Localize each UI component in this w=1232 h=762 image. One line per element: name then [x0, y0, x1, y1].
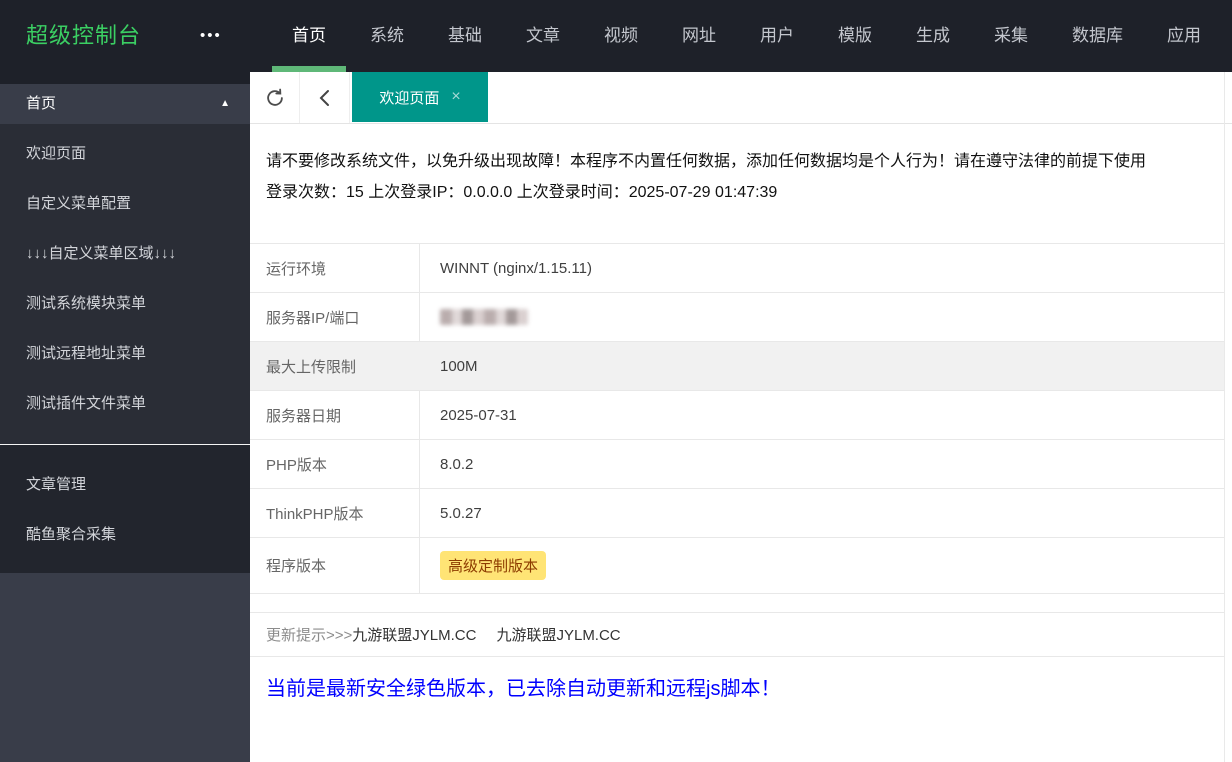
- content-right-border: [1224, 72, 1225, 762]
- update-link-2: 九游联盟JYLM.CC: [496, 627, 621, 644]
- sidebar-group-home[interactable]: 首页 ▲: [0, 84, 250, 124]
- sidebar-item-3[interactable]: ↓↓↓自定义菜单区域↓↓↓: [0, 229, 250, 279]
- main-content: 请不要修改系统文件，以免升级出现故障！本程序不内置任何数据，添加任何数据均是个人…: [250, 124, 1224, 762]
- nav-menu: 首页 系统 基础 文章 视频 网址 用户 模版 生成 采集 数据库 应用: [270, 0, 1223, 72]
- row-value: WINNT (nginx/1.15.11): [440, 259, 592, 277]
- tab-welcome-page[interactable]: 欢迎页面 ×: [352, 72, 488, 122]
- nav-item-3[interactable]: 基础: [426, 0, 504, 72]
- nav-item-10[interactable]: 采集: [972, 0, 1050, 72]
- nav-item-6[interactable]: 网址: [660, 0, 738, 72]
- sidebar-submenu: 欢迎页面 自定义菜单配置 ↓↓↓自定义菜单区域↓↓↓ 测试系统模块菜单 测试远程地址菜单…: [0, 124, 250, 444]
- row-label: 运行环境: [250, 244, 420, 292]
- table-row-3: 最大上传限制 100M: [250, 342, 1224, 391]
- sidebar-secondary-group: 文章管理 酷鱼聚合采集: [0, 445, 250, 573]
- nav-item-12[interactable]: 应用: [1145, 0, 1223, 72]
- row-label: 服务器日期: [250, 391, 420, 439]
- row-label: PHP版本: [250, 440, 420, 488]
- row-label: 服务器IP/端口: [250, 293, 420, 341]
- row-value: 100M: [440, 357, 478, 375]
- chevron-up-icon: ▲: [220, 98, 230, 109]
- sidebar-secondary-item-1[interactable]: 文章管理: [0, 460, 250, 510]
- sidebar: 首页 ▲ 欢迎页面 自定义菜单配置 ↓↓↓自定义菜单区域↓↓↓ 测试系统模块菜单 测试远…: [0, 72, 250, 762]
- sidebar-item-4[interactable]: 测试系统模块菜单: [0, 279, 250, 329]
- version-badge: 高级定制版本: [440, 551, 547, 580]
- back-button[interactable]: [300, 72, 350, 123]
- system-notice: 请不要修改系统文件，以免升级出现故障！本程序不内置任何数据，添加任何数据均是个人…: [250, 124, 1224, 208]
- nav-item-8[interactable]: 模版: [816, 0, 894, 72]
- server-info-table: 运行环境 WINNT (nginx/1.15.11) 服务器IP/端口最大上传限制 1…: [250, 243, 1224, 594]
- update-notice-box: 更新提示>>>九游联盟JYLM.CC 九游联盟JYLM.CC: [250, 612, 1224, 657]
- nav-item-4[interactable]: 文章: [504, 0, 582, 72]
- row-label: ThinkPHP版本: [250, 489, 420, 537]
- sidebar-top-gap: [0, 72, 250, 84]
- table-row-7: 程序版本 高级定制版本: [250, 538, 1224, 594]
- tab-label: 欢迎页面: [379, 89, 440, 107]
- row-value-cell: 5.0.27: [420, 489, 1224, 537]
- version-status-note: 当前是最新安全绿色版本，已去除自动更新和远程js脚本！: [266, 678, 781, 700]
- row-value-cell: 高级定制版本: [420, 538, 1224, 593]
- sidebar-item-2[interactable]: 自定义菜单配置: [0, 179, 250, 229]
- table-row-1: 运行环境 WINNT (nginx/1.15.11): [250, 244, 1224, 293]
- chevron-left-icon: [319, 89, 329, 106]
- close-icon[interactable]: ×: [451, 88, 460, 106]
- sidebar-item-5[interactable]: 测试远程地址菜单: [0, 329, 250, 379]
- ellipsis-icon[interactable]: •••: [200, 0, 222, 72]
- row-value: 2025-07-31: [440, 406, 517, 424]
- table-row-6: ThinkPHP版本 5.0.27: [250, 489, 1224, 538]
- table-row-5: PHP版本 8.0.2: [250, 440, 1224, 489]
- nav-item-5[interactable]: 视频: [582, 0, 660, 72]
- nav-item-2[interactable]: 系统: [348, 0, 426, 72]
- sidebar-item-1[interactable]: 欢迎页面: [0, 129, 250, 179]
- nav-item-11[interactable]: 数据库: [1050, 0, 1145, 72]
- sidebar-group-title: 首页: [26, 95, 57, 112]
- row-value-cell: 100M: [420, 342, 1224, 390]
- row-value-cell: [420, 293, 1224, 341]
- update-link-1: 九游联盟JYLM.CC: [352, 627, 477, 644]
- row-value: 8.0.2: [440, 455, 474, 473]
- app-logo: 超级控制台: [26, 23, 142, 48]
- refresh-icon: [266, 88, 283, 106]
- masked-ip-value: [440, 309, 528, 325]
- row-value-cell: WINNT (nginx/1.15.11): [420, 244, 1224, 292]
- tab-bar: 欢迎页面 ×: [250, 72, 1232, 124]
- row-value-cell: 8.0.2: [420, 440, 1224, 488]
- nav-item-7[interactable]: 用户: [738, 0, 816, 72]
- notice-line-1: 请不要修改系统文件，以免升级出现故障！本程序不内置任何数据，添加任何数据均是个人…: [266, 153, 1147, 170]
- notice-line-2: 登录次数：15 上次登录IP：0.0.0.0 上次登录时间：2025-07-29…: [266, 184, 778, 201]
- refresh-button[interactable]: [250, 72, 300, 123]
- nav-item-9[interactable]: 生成: [894, 0, 972, 72]
- table-row-4: 服务器日期 2025-07-31: [250, 391, 1224, 440]
- top-navbar: 超级控制台 ••• 首页 系统 基础 文章 视频 网址 用户 模版 生成 采集 数据库 应用: [0, 0, 1232, 72]
- nav-item-1[interactable]: 首页: [270, 0, 348, 72]
- sidebar-item-6[interactable]: 测试插件文件菜单: [0, 379, 250, 429]
- row-label: 程序版本: [250, 538, 420, 593]
- row-label: 最大上传限制: [266, 358, 357, 376]
- sidebar-secondary-item-2[interactable]: 酷鱼聚合采集: [0, 510, 250, 560]
- row-value-cell: 2025-07-31: [420, 391, 1224, 439]
- update-prefix: 更新提示>>>: [266, 627, 353, 644]
- table-row-2: 服务器IP/端口: [250, 293, 1224, 342]
- row-value: 5.0.27: [440, 504, 482, 522]
